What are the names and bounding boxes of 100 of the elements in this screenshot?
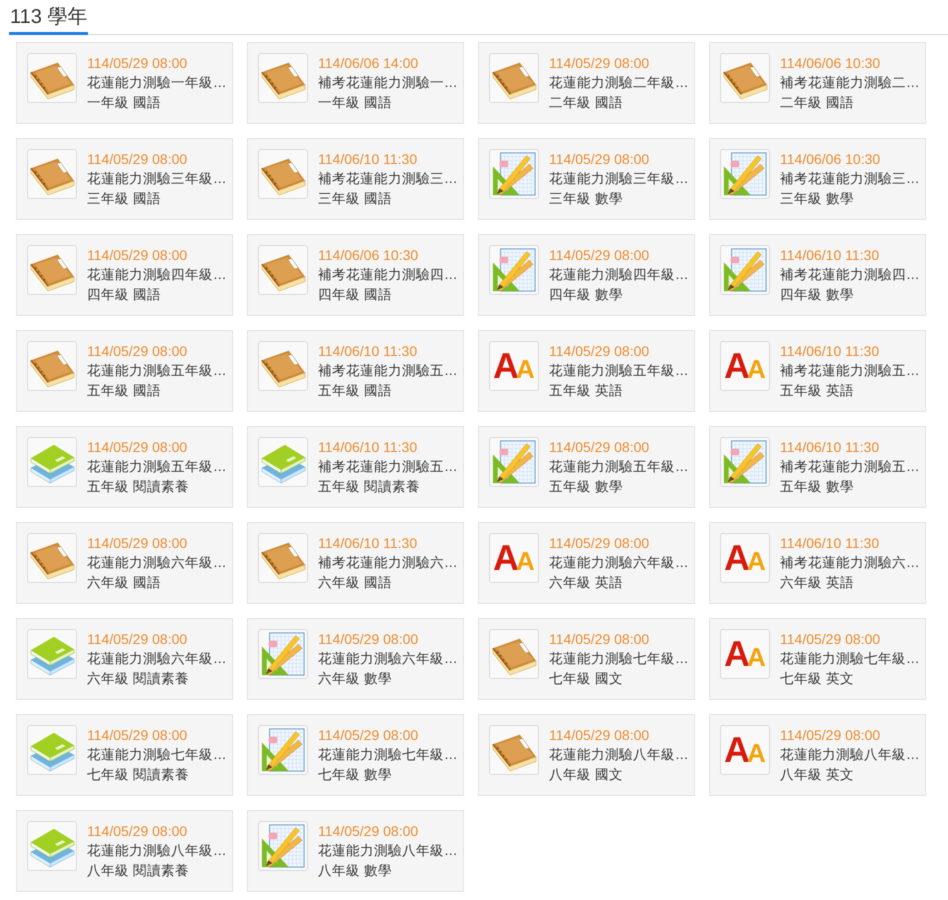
exam-card[interactable]: 114/05/29 08:00 花蓮能力測驗八年級… 八年級 數學 bbox=[247, 810, 464, 892]
exam-subject: 四年級 國語 bbox=[87, 286, 162, 304]
book-icon bbox=[258, 149, 308, 199]
exam-date: 114/05/29 08:00 bbox=[780, 630, 882, 649]
exam-card[interactable]: 114/05/29 08:00 花蓮能力測驗六年級… 六年級 數學 bbox=[247, 618, 464, 700]
exam-title: 補考花蓮能力測驗六… bbox=[780, 554, 920, 572]
exam-card[interactable]: 114/06/10 11:30 補考花蓮能力測驗三… 三年級 國語 bbox=[247, 138, 464, 220]
exam-card[interactable]: 114/05/29 08:00 花蓮能力測驗八年級… 八年級 國文 bbox=[478, 714, 695, 796]
book-icon bbox=[27, 533, 77, 583]
exam-date: 114/06/10 11:30 bbox=[780, 438, 880, 457]
exam-date: 114/05/29 08:00 bbox=[87, 54, 188, 73]
exam-date: 114/05/29 08:00 bbox=[87, 534, 188, 553]
exam-subject: 二年級 國語 bbox=[549, 94, 624, 112]
exam-card[interactable]: AA 114/05/29 08:00 花蓮能力測驗五年級… 五年級 英語 bbox=[478, 330, 695, 412]
exam-date: 114/05/29 08:00 bbox=[87, 246, 188, 265]
exam-title: 花蓮能力測驗七年級… bbox=[87, 746, 226, 764]
exam-date: 114/05/29 08:00 bbox=[549, 54, 650, 73]
exam-card[interactable]: 114/06/10 11:30 補考花蓮能力測驗五… 五年級 國語 bbox=[247, 330, 464, 412]
ruler-pencil-icon bbox=[258, 821, 308, 871]
book-icon bbox=[258, 53, 308, 103]
exam-card[interactable]: 114/06/06 10:30 補考花蓮能力測驗三… 三年級 數學 bbox=[709, 138, 926, 220]
exam-date: 114/06/10 11:30 bbox=[318, 150, 418, 169]
exam-date: 114/05/29 08:00 bbox=[549, 630, 650, 649]
exam-card[interactable]: 114/05/29 08:00 花蓮能力測驗三年級… 三年級 國語 bbox=[16, 138, 233, 220]
exam-subject: 七年級 閱讀素養 bbox=[87, 766, 190, 784]
exam-subject: 六年級 數學 bbox=[318, 670, 393, 688]
letters-icon: AA bbox=[489, 341, 539, 391]
exam-card[interactable]: 114/05/29 08:00 花蓮能力測驗七年級… 七年級 數學 bbox=[247, 714, 464, 796]
exam-subject: 一年級 國語 bbox=[318, 94, 393, 112]
exam-subject: 六年級 英語 bbox=[780, 574, 855, 592]
exam-title: 花蓮能力測驗六年級… bbox=[87, 650, 226, 668]
exam-subject: 七年級 英文 bbox=[780, 670, 855, 688]
exam-card[interactable]: AA 114/06/10 11:30 補考花蓮能力測驗六… 六年級 英語 bbox=[709, 522, 926, 604]
exam-subject: 五年級 閱讀素養 bbox=[318, 478, 421, 496]
ruler-pencil-icon bbox=[720, 437, 770, 487]
exam-subject: 五年級 英語 bbox=[549, 382, 624, 400]
exam-card[interactable]: 114/06/10 11:30 補考花蓮能力測驗六… 六年級 國語 bbox=[247, 522, 464, 604]
exam-title: 花蓮能力測驗八年級… bbox=[87, 842, 226, 860]
letters-icon: AA bbox=[720, 725, 770, 775]
exam-card[interactable]: 114/05/29 08:00 花蓮能力測驗六年級… 六年級 閱讀素養 bbox=[16, 618, 233, 700]
exam-title: 補考花蓮能力測驗五… bbox=[780, 362, 920, 380]
exam-card[interactable]: AA 114/06/10 11:30 補考花蓮能力測驗五… 五年級 英語 bbox=[709, 330, 926, 412]
exam-card[interactable]: AA 114/05/29 08:00 花蓮能力測驗六年級… 六年級 英語 bbox=[478, 522, 695, 604]
exam-card[interactable]: 114/05/29 08:00 花蓮能力測驗三年級… 三年級 數學 bbox=[478, 138, 695, 220]
book-icon bbox=[489, 725, 539, 775]
exam-card[interactable]: AA 114/05/29 08:00 花蓮能力測驗八年級… 八年級 英文 bbox=[709, 714, 926, 796]
stacked-books-icon bbox=[27, 629, 77, 679]
exam-subject: 三年級 國語 bbox=[87, 190, 162, 208]
exam-title: 花蓮能力測驗六年級… bbox=[87, 554, 226, 572]
exam-card[interactable]: 114/05/29 08:00 花蓮能力測驗八年級… 八年級 閱讀素養 bbox=[16, 810, 233, 892]
exam-subject: 七年級 數學 bbox=[318, 766, 393, 784]
exam-card[interactable]: AA 114/05/29 08:00 花蓮能力測驗七年級… 七年級 英文 bbox=[709, 618, 926, 700]
exam-card[interactable]: 114/05/29 08:00 花蓮能力測驗四年級… 四年級 國語 bbox=[16, 234, 233, 316]
exam-title: 花蓮能力測驗二年級… bbox=[549, 74, 688, 92]
exam-subject: 四年級 數學 bbox=[549, 286, 624, 304]
exam-title: 花蓮能力測驗七年級… bbox=[318, 746, 458, 764]
exam-title: 花蓮能力測驗八年級… bbox=[318, 842, 458, 860]
exam-card[interactable]: 114/05/29 08:00 花蓮能力測驗四年級… 四年級 數學 bbox=[478, 234, 695, 316]
book-icon bbox=[27, 245, 77, 295]
exam-title: 花蓮能力測驗五年級… bbox=[549, 458, 688, 476]
exam-title: 補考花蓮能力測驗三… bbox=[318, 170, 458, 188]
exam-card[interactable]: 114/06/10 11:30 補考花蓮能力測驗五… 五年級 數學 bbox=[709, 426, 926, 508]
exam-date: 114/06/10 11:30 bbox=[318, 534, 418, 553]
exam-date: 114/06/06 10:30 bbox=[780, 54, 882, 73]
exam-subject: 八年級 閱讀素養 bbox=[87, 862, 190, 880]
stacked-books-icon bbox=[27, 821, 77, 871]
exam-card[interactable]: 114/05/29 08:00 花蓮能力測驗五年級… 五年級 閱讀素養 bbox=[16, 426, 233, 508]
ruler-pencil-icon bbox=[489, 245, 539, 295]
exam-card[interactable]: 114/05/29 08:00 花蓮能力測驗七年級… 七年級 國文 bbox=[478, 618, 695, 700]
exam-card[interactable]: 114/06/10 11:30 補考花蓮能力測驗四… 四年級 數學 bbox=[709, 234, 926, 316]
exam-card[interactable]: 114/06/06 10:30 補考花蓮能力測驗二… 二年級 國語 bbox=[709, 42, 926, 124]
exam-card[interactable]: 114/05/29 08:00 花蓮能力測驗二年級… 二年級 國語 bbox=[478, 42, 695, 124]
ruler-pencil-icon bbox=[258, 725, 308, 775]
year-tab[interactable]: 113 學年 bbox=[9, 3, 88, 35]
exam-date: 114/05/29 08:00 bbox=[318, 630, 420, 649]
exam-date: 114/05/29 08:00 bbox=[318, 822, 420, 841]
exam-title: 補考花蓮能力測驗三… bbox=[780, 170, 920, 188]
exam-subject: 六年級 英語 bbox=[549, 574, 624, 592]
exam-card[interactable]: 114/05/29 08:00 花蓮能力測驗七年級… 七年級 閱讀素養 bbox=[16, 714, 233, 796]
exam-card[interactable]: 114/06/06 10:30 補考花蓮能力測驗四… 四年級 國語 bbox=[247, 234, 464, 316]
stacked-books-icon bbox=[258, 437, 308, 487]
exam-date: 114/06/10 11:30 bbox=[780, 534, 880, 553]
exam-subject: 三年級 數學 bbox=[780, 190, 855, 208]
exam-card[interactable]: 114/05/29 08:00 花蓮能力測驗五年級… 五年級 國語 bbox=[16, 330, 233, 412]
ruler-pencil-icon bbox=[720, 149, 770, 199]
book-icon bbox=[27, 53, 77, 103]
exam-title: 花蓮能力測驗六年級… bbox=[549, 554, 688, 572]
exam-card[interactable]: 114/06/10 11:30 補考花蓮能力測驗五… 五年級 閱讀素養 bbox=[247, 426, 464, 508]
exam-card[interactable]: 114/05/29 08:00 花蓮能力測驗一年級… 一年級 國語 bbox=[16, 42, 233, 124]
exam-card[interactable]: 114/06/06 14:00 補考花蓮能力測驗一… 一年級 國語 bbox=[247, 42, 464, 124]
exam-subject: 五年級 數學 bbox=[549, 478, 624, 496]
exam-date: 114/06/10 11:30 bbox=[780, 246, 880, 265]
exam-title: 補考花蓮能力測驗五… bbox=[318, 362, 458, 380]
exam-card[interactable]: 114/05/29 08:00 花蓮能力測驗六年級… 六年級 國語 bbox=[16, 522, 233, 604]
book-icon bbox=[27, 149, 77, 199]
exam-title: 補考花蓮能力測驗五… bbox=[318, 458, 458, 476]
ruler-pencil-icon bbox=[258, 629, 308, 679]
exam-card[interactable]: 114/05/29 08:00 花蓮能力測驗五年級… 五年級 數學 bbox=[478, 426, 695, 508]
letters-icon: AA bbox=[489, 533, 539, 583]
exam-title: 花蓮能力測驗五年級… bbox=[549, 362, 688, 380]
